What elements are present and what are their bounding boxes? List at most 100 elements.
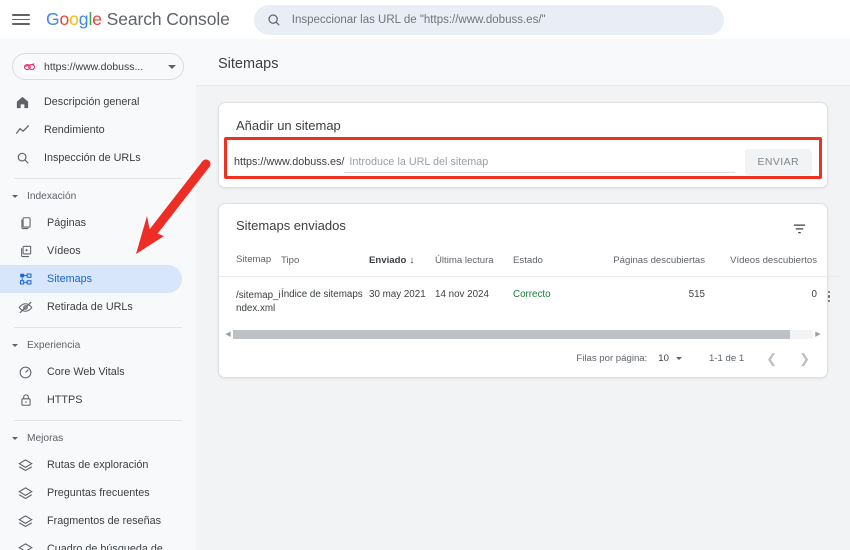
- sidebar-item-videos[interactable]: Vídeos: [0, 237, 182, 265]
- page-title: Sitemaps: [218, 56, 279, 72]
- layers-icon: [17, 541, 34, 550]
- search-icon: [268, 13, 280, 26]
- sidebar-item-overview[interactable]: Descripción general: [0, 88, 182, 116]
- table-header-row: Sitemaps enviados: [219, 218, 827, 240]
- scrollbar-thumb[interactable]: [233, 329, 790, 339]
- rows-per-page-label: Filas por página:: [576, 353, 648, 365]
- horizontal-scrollbar[interactable]: ◀ ▶: [219, 327, 827, 341]
- sitemap-url-input[interactable]: [349, 155, 735, 168]
- table-row[interactable]: /sitemap_index.xml Índice de sitemaps 30…: [219, 276, 841, 325]
- content-scroll-area: Añadir un sitemap https://www.dobuss.es/…: [196, 86, 850, 550]
- sidebar-item-fragmentos-resenas[interactable]: Fragmentos de reseñas: [0, 507, 182, 535]
- col-header-actions: [817, 254, 841, 277]
- rows-per-page-value: 10: [658, 353, 669, 365]
- sidebar-item-cuadro-busqueda[interactable]: Cuadro de búsqueda de...: [0, 535, 182, 550]
- sidebar-item-performance[interactable]: Rendimiento: [0, 116, 182, 144]
- col-header-tipo[interactable]: Tipo: [281, 254, 369, 277]
- table-header-row: Sitemap Tipo Enviado ↓ Última lectura Est…: [219, 254, 841, 277]
- rows-per-page-select[interactable]: 10: [658, 353, 682, 364]
- sidebar-item-label: Inspección de URLs: [44, 152, 141, 164]
- url-inspection-search-bar[interactable]: [253, 4, 724, 35]
- property-selector[interactable]: https://www.dobuss...: [12, 53, 184, 80]
- table-head: Sitemap Tipo Enviado ↓ Última lectura Est…: [219, 254, 841, 277]
- submitted-sitemaps-title: Sitemaps enviados: [236, 218, 346, 233]
- sidebar-group-label: Mejoras: [27, 432, 64, 444]
- next-page-button[interactable]: ❯: [799, 352, 810, 365]
- speedometer-icon: [17, 364, 34, 381]
- sidebar-item-sitemaps[interactable]: Sitemaps: [0, 265, 182, 293]
- sidebar-item-label: Retirada de URLs: [47, 301, 133, 313]
- table-body: /sitemap_index.xml Índice de sitemaps 30…: [219, 276, 841, 325]
- col-header-ultima-lectura[interactable]: Última lectura: [435, 254, 513, 277]
- cell-enviado: 30 may 2021: [369, 288, 426, 300]
- cell-row-actions[interactable]: [817, 276, 841, 325]
- dobuss-favicon: [22, 59, 36, 74]
- pages-icon: [17, 215, 34, 232]
- cell-ultima-lectura: 14 nov 2024: [435, 288, 489, 300]
- sidebar-item-preguntas-frecuentes[interactable]: Preguntas frecuentes: [0, 479, 182, 507]
- col-header-paginas-descubiertas[interactable]: Páginas descubiertas: [587, 254, 705, 277]
- layers-icon: [17, 485, 34, 502]
- sitemaps-table: Sitemap Tipo Enviado ↓ Última lectura Est…: [219, 254, 841, 325]
- trending-up-icon: [14, 122, 31, 139]
- submitted-sitemaps-card: Sitemaps enviados Sitemap Tipo Enviado ↓…: [218, 203, 841, 379]
- property-label: https://www.dobuss...: [44, 60, 144, 73]
- layers-icon: [17, 457, 34, 474]
- logo-letter-g2: g: [78, 9, 89, 29]
- page-header: Sitemaps: [196, 39, 850, 86]
- search-icon: [14, 150, 31, 167]
- scroll-left-arrow-icon[interactable]: ◀: [223, 330, 233, 338]
- google-search-console-logo: Google Search Console: [46, 9, 230, 30]
- product-name: Search Console: [101, 9, 230, 29]
- sidebar-item-label: Fragmentos de reseñas: [47, 515, 162, 527]
- cell-tipo: Índice de sitemaps: [281, 288, 363, 300]
- sidebar-item-label: Sitemaps: [47, 273, 93, 285]
- sidebar-item-https[interactable]: HTTPS: [0, 386, 182, 414]
- home-icon: [14, 94, 31, 111]
- sidebar-divider: [14, 327, 182, 328]
- previous-page-button[interactable]: ❮: [766, 352, 777, 365]
- sidebar-divider: [14, 178, 182, 179]
- more-vert-icon[interactable]: [817, 289, 841, 303]
- sitemap-url-field-wrapper[interactable]: [344, 151, 735, 173]
- add-sitemap-card: Añadir un sitemap https://www.dobuss.es/…: [218, 102, 828, 188]
- sidebar-item-label: Rendimiento: [44, 124, 105, 136]
- sidebar-navigation: https://www.dobuss... Descripción genera…: [0, 39, 196, 550]
- sidebar-item-paginas[interactable]: Páginas: [0, 209, 182, 237]
- sidebar-item-label: Preguntas frecuentes: [47, 487, 150, 499]
- sidebar-divider: [14, 420, 182, 421]
- col-header-sitemap[interactable]: Sitemap: [219, 254, 281, 277]
- sidebar-group-label: Experiencia: [27, 339, 81, 351]
- sidebar-item-url-inspection[interactable]: Inspección de URLs: [0, 144, 182, 172]
- pagination-range: 1-1 de 1: [708, 353, 745, 365]
- sidebar-item-label: Vídeos: [47, 245, 81, 257]
- sidebar-item-label: Páginas: [47, 217, 87, 229]
- submit-sitemap-button[interactable]: ENVIAR: [744, 149, 812, 175]
- sidebar-group-indexacion[interactable]: Indexación: [0, 183, 196, 209]
- search-input[interactable]: [291, 13, 711, 26]
- table-pagination: Filas por página: 10 1-1 de 1 ❮ ❯: [219, 341, 827, 377]
- col-header-enviado[interactable]: Enviado ↓: [369, 254, 435, 277]
- col-header-enviado-label: Enviado: [369, 254, 407, 266]
- eye-off-icon: [17, 299, 34, 316]
- sidebar-item-retirada-urls[interactable]: Retirada de URLs: [0, 293, 182, 321]
- sidebar-group-experiencia[interactable]: Experiencia: [0, 332, 196, 358]
- col-header-estado[interactable]: Estado: [513, 254, 587, 277]
- sidebar-item-core-web-vitals[interactable]: Core Web Vitals: [0, 358, 182, 386]
- sidebar-item-rutas-exploracion[interactable]: Rutas de exploración: [0, 451, 182, 479]
- sitemap-icon: [17, 271, 34, 288]
- chevron-down-icon: [12, 436, 18, 440]
- sort-descending-icon: ↓: [409, 254, 415, 266]
- chevron-down-icon: [168, 64, 176, 69]
- scrollbar-track[interactable]: [233, 329, 813, 339]
- hamburger-menu-icon[interactable]: [10, 9, 32, 31]
- filter-icon[interactable]: [788, 218, 810, 240]
- sidebar-group-mejoras[interactable]: Mejoras: [0, 425, 196, 451]
- sidebar-item-label: Rutas de exploración: [47, 459, 149, 471]
- scroll-right-arrow-icon[interactable]: ▶: [813, 330, 823, 338]
- logo-letter-o2: o: [69, 9, 79, 29]
- col-header-videos-descubiertos[interactable]: Vídeos descubiertos: [705, 254, 817, 277]
- sitemap-url-prefix: https://www.dobuss.es/: [234, 156, 345, 168]
- cell-sitemap[interactable]: /sitemap_index.xml: [219, 276, 281, 325]
- video-icon: [17, 243, 34, 260]
